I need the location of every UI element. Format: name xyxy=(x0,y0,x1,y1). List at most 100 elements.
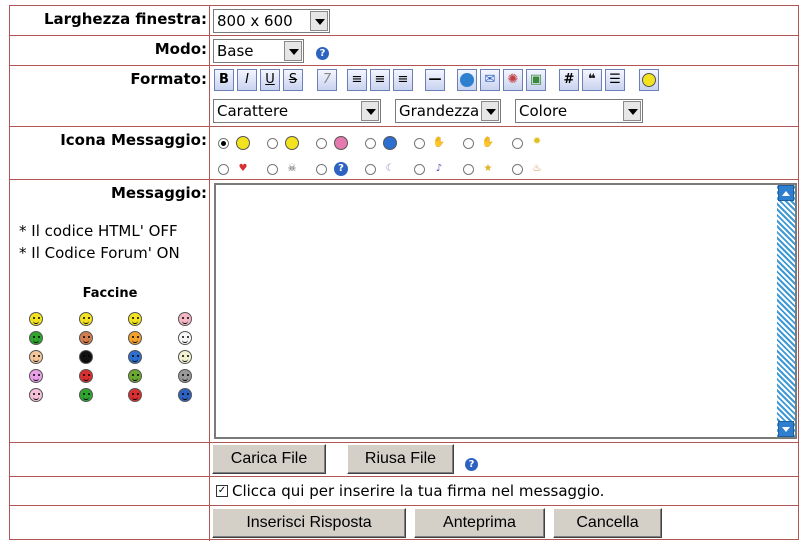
shocked-icon xyxy=(334,136,348,150)
scroll-down-icon[interactable] xyxy=(778,421,794,437)
chevron-down-icon xyxy=(361,101,379,121)
smiley-icon[interactable] xyxy=(178,312,192,326)
scrollbar[interactable] xyxy=(777,185,795,437)
window-width-label: Larghezza finestra: xyxy=(43,10,207,28)
preview-button[interactable]: Anteprima xyxy=(414,508,545,538)
smiley-icon[interactable] xyxy=(79,350,93,364)
icon-radio-shocked[interactable] xyxy=(316,138,327,149)
picture-icon[interactable]: ▣ xyxy=(526,69,546,91)
smiley-icon[interactable] xyxy=(29,388,43,402)
icon-radio-clown[interactable] xyxy=(267,138,278,149)
icon-radio-lightbulb[interactable] xyxy=(512,138,523,149)
chevron-down-icon xyxy=(284,41,302,61)
icon-radio-heart[interactable] xyxy=(218,164,229,175)
row-signature: ✓ Clicca qui per inserire la tua firma n… xyxy=(10,477,798,506)
smiley-icon[interactable] xyxy=(178,369,192,383)
italic-script-icon[interactable]: 7 xyxy=(317,69,337,91)
icon-radio-thumbs-up[interactable] xyxy=(463,138,474,149)
smiley-icon[interactable] xyxy=(128,350,142,364)
html-status: * Il codice HTML' OFF xyxy=(19,222,178,240)
smiley-icon[interactable] xyxy=(79,331,93,345)
submit-reply-button[interactable]: Inserisci Risposta xyxy=(212,508,406,538)
smiley-icon[interactable] xyxy=(178,388,192,402)
icon-radio-star[interactable] xyxy=(463,164,474,175)
image-icon[interactable]: ✺ xyxy=(503,69,523,91)
icon-radio-music[interactable] xyxy=(414,164,425,175)
icon-radio-cake[interactable] xyxy=(512,164,523,175)
align-right-icon[interactable]: ≡ xyxy=(393,69,413,91)
icon-radio-moon[interactable] xyxy=(365,164,376,175)
signature-checkbox[interactable]: ✓ xyxy=(216,485,228,497)
help-icon[interactable]: ? xyxy=(316,47,329,60)
cancel-button[interactable]: Cancella xyxy=(553,508,662,538)
smiley-icon[interactable] xyxy=(128,331,142,345)
icon-radio-thumbs-down[interactable] xyxy=(414,138,425,149)
chevron-down-icon xyxy=(481,101,499,121)
cake-icon: ♨ xyxy=(532,163,542,174)
align-center-icon[interactable]: ≡ xyxy=(370,69,390,91)
icon-radio-question[interactable] xyxy=(316,164,327,175)
row-actions: Inserisci Risposta Anteprima Cancella xyxy=(10,506,798,541)
size-select[interactable]: Grandezza xyxy=(395,99,501,123)
upload-file-button[interactable]: Carica File xyxy=(212,444,326,474)
help-icon[interactable]: ? xyxy=(465,458,478,471)
signature-label[interactable]: Clicca qui per inserire la tua firma nel… xyxy=(232,482,604,500)
reuse-file-button[interactable]: Riusa File xyxy=(347,444,454,474)
sad-icon xyxy=(383,136,397,150)
skull-icon: ☠ xyxy=(287,163,297,174)
icon-radio-sad[interactable] xyxy=(365,138,376,149)
row-format: Formato: B I U S 7 ≡ ≡ ≡ — ✉ ✺ ▣ # ❝ ☰ C… xyxy=(10,66,798,127)
smiley-icon[interactable] xyxy=(128,388,142,402)
quote-icon[interactable]: ❝ xyxy=(582,69,602,91)
color-select[interactable]: Colore xyxy=(515,99,643,123)
smiley-icon[interactable] xyxy=(79,312,93,326)
clown-icon xyxy=(285,136,299,150)
faces-title: Faccine xyxy=(82,286,138,301)
row-window-width: Larghezza finestra: 800 x 600 xyxy=(10,6,798,36)
smiley-icon[interactable] xyxy=(29,369,43,383)
strikethrough-button[interactable]: S xyxy=(283,69,303,91)
smiley-icon[interactable] xyxy=(128,369,142,383)
moon-icon: ☾ xyxy=(385,163,395,174)
smiley-icon[interactable] xyxy=(29,350,43,364)
mode-label: Modo: xyxy=(154,40,207,58)
chevron-down-icon xyxy=(623,101,641,121)
smiley-icon[interactable] xyxy=(178,331,192,345)
font-select[interactable]: Carattere xyxy=(213,99,381,123)
music-icon: ♪ xyxy=(435,163,443,174)
underline-button[interactable]: U xyxy=(260,69,280,91)
thumbs-up-icon: ✋ xyxy=(481,137,495,148)
email-icon[interactable]: ✉ xyxy=(480,69,500,91)
scroll-up-icon[interactable] xyxy=(778,185,794,201)
row-mode: Modo: Base ? xyxy=(10,36,798,66)
italic-button[interactable]: I xyxy=(237,69,257,91)
globe-link-icon[interactable] xyxy=(457,69,477,91)
code-icon[interactable]: # xyxy=(559,69,579,91)
message-icon-label: Icona Messaggio: xyxy=(60,131,207,149)
row-files: Carica File Riusa File ? xyxy=(10,443,798,477)
heart-icon: ♥ xyxy=(238,163,248,174)
format-label: Formato: xyxy=(130,70,207,88)
smiley-icon[interactable] xyxy=(79,388,93,402)
lightbulb-icon: ✹ xyxy=(532,136,542,147)
smiley-icon[interactable] xyxy=(128,312,142,326)
mode-select[interactable]: Base xyxy=(213,39,304,63)
horizontal-rule-icon[interactable]: — xyxy=(425,69,445,91)
smiley-icon[interactable] xyxy=(29,331,43,345)
smiley-icon[interactable] xyxy=(639,69,659,91)
list-icon[interactable]: ☰ xyxy=(605,69,625,91)
icon-radio-smile[interactable] xyxy=(218,138,229,149)
align-left-icon[interactable]: ≡ xyxy=(347,69,367,91)
row-message: Messaggio: * Il codice HTML' OFF * Il Co… xyxy=(10,180,798,443)
smiley-icon[interactable] xyxy=(178,350,192,364)
smiley-icon[interactable] xyxy=(79,369,93,383)
message-textarea[interactable] xyxy=(214,183,797,439)
thumbs-down-icon: ✋ xyxy=(432,137,446,148)
window-width-select[interactable]: 800 x 600 xyxy=(213,9,330,33)
icon-radio-skull[interactable] xyxy=(267,164,278,175)
smile-icon xyxy=(236,136,250,150)
bold-button[interactable]: B xyxy=(214,69,234,91)
forum-code-status: * Il Codice Forum' ON xyxy=(19,244,180,262)
row-message-icon: Icona Messaggio: ✋ ✋ ✹ ♥ ☠ ? ☾ ♪ ★ ♨ xyxy=(10,127,798,180)
smiley-icon[interactable] xyxy=(29,312,43,326)
